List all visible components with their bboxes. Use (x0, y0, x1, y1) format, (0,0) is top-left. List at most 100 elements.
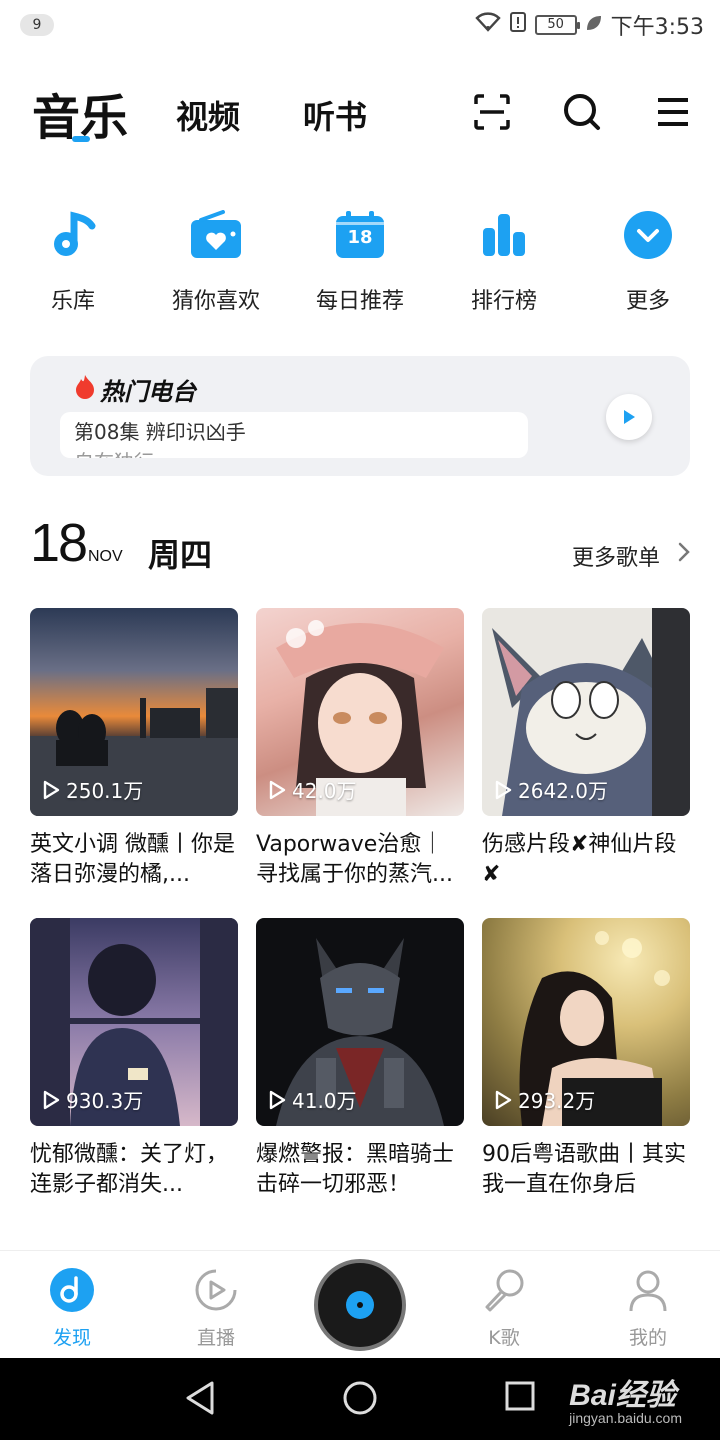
nav-live[interactable]: 直播 (166, 1267, 266, 1350)
nav-label: K歌 (488, 1327, 520, 1349)
fire-icon (74, 374, 96, 404)
play-count: 42.0万 (268, 775, 357, 804)
quick-item-library[interactable]: 乐库 (18, 205, 128, 315)
radio-episode: 第08集 辨印识凶手 (74, 420, 246, 444)
microphone-icon (485, 1269, 524, 1312)
quick-item-label: 猜你喜欢 (171, 289, 260, 314)
quick-actions: 乐库 猜你喜欢 18 每日推荐 排行榜 更多 (0, 205, 720, 315)
radio-episode-list[interactable]: 第08集 辨印识凶手 自在独行 (60, 412, 528, 458)
playlist-card[interactable]: 930.3万 忧郁微醺：关了灯，连影子都消失... (30, 918, 238, 1200)
tab-audiobook[interactable]: 听书 (303, 92, 367, 138)
music-note-icon (43, 205, 103, 265)
playlist-title[interactable]: 90后粤语歌曲丨其实我一直在你身后 (482, 1140, 690, 1200)
quick-item-label: 乐库 (50, 289, 95, 314)
play-count: 250.1万 (42, 775, 143, 804)
wifi-icon (474, 12, 501, 38)
battery-icon: 50 (534, 15, 580, 35)
playlist-card[interactable]: 2642.0万 伤感片段✘神仙片段✘ (482, 608, 690, 890)
quick-item-daily[interactable]: 18 每日推荐 (305, 205, 415, 315)
playlist-cover[interactable]: 250.1万 (30, 608, 238, 816)
quick-item-more[interactable]: 更多 (593, 205, 703, 315)
play-icon (43, 1090, 60, 1109)
radio-play-button[interactable] (606, 394, 652, 440)
nav-label: 发现 (52, 1327, 91, 1349)
playlist-cover[interactable]: 293.2万 (482, 918, 690, 1126)
status-icons: 50 下午3:53 (474, 8, 704, 42)
radio-title: 热门电台 (100, 378, 196, 406)
playlist-cover[interactable]: 2642.0万 (482, 608, 690, 816)
chevron-right-icon[interactable] (678, 542, 690, 566)
now-playing-disc[interactable] (314, 1259, 406, 1351)
nav-discover[interactable]: 发现 (22, 1267, 122, 1350)
bar-chart-icon (474, 205, 534, 265)
back-icon[interactable] (184, 1380, 216, 1420)
home-icon[interactable] (342, 1380, 378, 1420)
play-count: 293.2万 (494, 1085, 595, 1114)
play-count-value: 930.3万 (66, 1089, 144, 1113)
playlist-cover[interactable]: 42.0万 (256, 608, 464, 816)
scan-icon[interactable] (470, 90, 514, 134)
playlist-cover[interactable]: 41.0万 (256, 918, 464, 1126)
hot-radio-card[interactable]: 热门电台 第08集 辨印识凶手 自在独行 (30, 356, 690, 476)
tab-video[interactable]: 视频 (176, 92, 240, 138)
nav-label: 直播 (196, 1327, 235, 1349)
play-count-value: 250.1万 (66, 779, 144, 803)
playlist-title[interactable]: Vaporwave治愈｜寻找属于你的蒸汽... (256, 830, 464, 890)
playlist-title[interactable]: 伤感片段✘神仙片段✘ (482, 830, 690, 890)
play-count: 2642.0万 (494, 775, 608, 804)
watermark-url: jingyan.baidu.com (569, 1410, 682, 1426)
menu-icon[interactable] (650, 90, 694, 134)
system-nav-bar: Bai经验 jingyan.baidu.com (0, 1358, 720, 1440)
date-month: NOV (88, 548, 123, 565)
radio-heart-icon (186, 205, 246, 265)
more-playlists-link[interactable]: 更多歌单 (572, 540, 660, 572)
playlist-title[interactable]: 爆燃警报：黑暗骑士 击碎一切邪恶！ (256, 1140, 464, 1200)
baidu-watermark: Bai经验 jingyan.baidu.com (569, 1370, 682, 1426)
recents-icon[interactable] (504, 1380, 536, 1416)
live-play-icon (195, 1269, 237, 1311)
playlist-card[interactable]: 41.0万 爆燃警报：黑暗骑士 击碎一切邪恶！ (256, 918, 464, 1200)
quick-item-charts[interactable]: 排行榜 (449, 205, 559, 315)
quick-item-label: 每日推荐 (315, 289, 404, 314)
quick-item-label: 更多 (625, 289, 670, 314)
play-count-value: 293.2万 (518, 1089, 596, 1113)
play-icon (269, 780, 286, 799)
date-day: 18 (30, 513, 88, 573)
playlist-title[interactable]: 英文小调 微醺丨你是落日弥漫的橘,... (30, 830, 238, 890)
playlist-cover[interactable]: 930.3万 (30, 918, 238, 1126)
play-icon (624, 410, 635, 424)
play-icon (495, 780, 512, 799)
date-weekday: 周四 (148, 536, 213, 574)
play-count-value: 2642.0万 (518, 779, 608, 803)
chevron-down-icon (618, 205, 678, 265)
watermark-brand: Bai经验 (569, 1379, 676, 1412)
nav-mine[interactable]: 我的 (598, 1267, 698, 1350)
quick-item-guess-you-like[interactable]: 猜你喜欢 (161, 205, 271, 315)
playlist-card[interactable]: 42.0万 Vaporwave治愈｜寻找属于你的蒸汽... (256, 608, 464, 890)
playlist-title[interactable]: 忧郁微醺：关了灯，连影子都消失... (30, 1140, 238, 1200)
date-header: 18 NOV 周四 更多歌单 (30, 512, 690, 582)
play-icon (43, 780, 60, 799)
active-tab-indicator (72, 136, 90, 142)
disc-label (346, 1291, 374, 1319)
alert-icon (509, 11, 527, 39)
leaf-icon (585, 13, 603, 38)
playlist-card[interactable]: 250.1万 英文小调 微醺丨你是落日弥漫的橘,... (30, 608, 238, 890)
search-icon[interactable] (560, 90, 604, 134)
play-icon (269, 1090, 286, 1109)
user-icon (629, 1270, 667, 1312)
play-count: 930.3万 (42, 1085, 143, 1114)
top-nav: 音乐 视频 听书 (0, 70, 720, 150)
quick-item-label: 排行榜 (470, 289, 537, 314)
playlist-card[interactable]: 293.2万 90后粤语歌曲丨其实我一直在你身后 (482, 918, 690, 1200)
play-count-value: 42.0万 (292, 779, 357, 803)
clock-time: 下午3:53 (610, 15, 704, 40)
radio-episode-next: 自在独行 (74, 446, 154, 458)
notification-badge: 9 (20, 14, 54, 36)
nav-karaoke[interactable]: K歌 (454, 1267, 554, 1350)
play-icon (495, 1090, 512, 1109)
play-count: 41.0万 (268, 1085, 357, 1114)
bottom-nav: 发现 直播 K歌 我的 (0, 1250, 720, 1358)
calendar-day: 18 (347, 227, 373, 248)
status-bar: 9 50 下午3:53 (0, 0, 720, 50)
